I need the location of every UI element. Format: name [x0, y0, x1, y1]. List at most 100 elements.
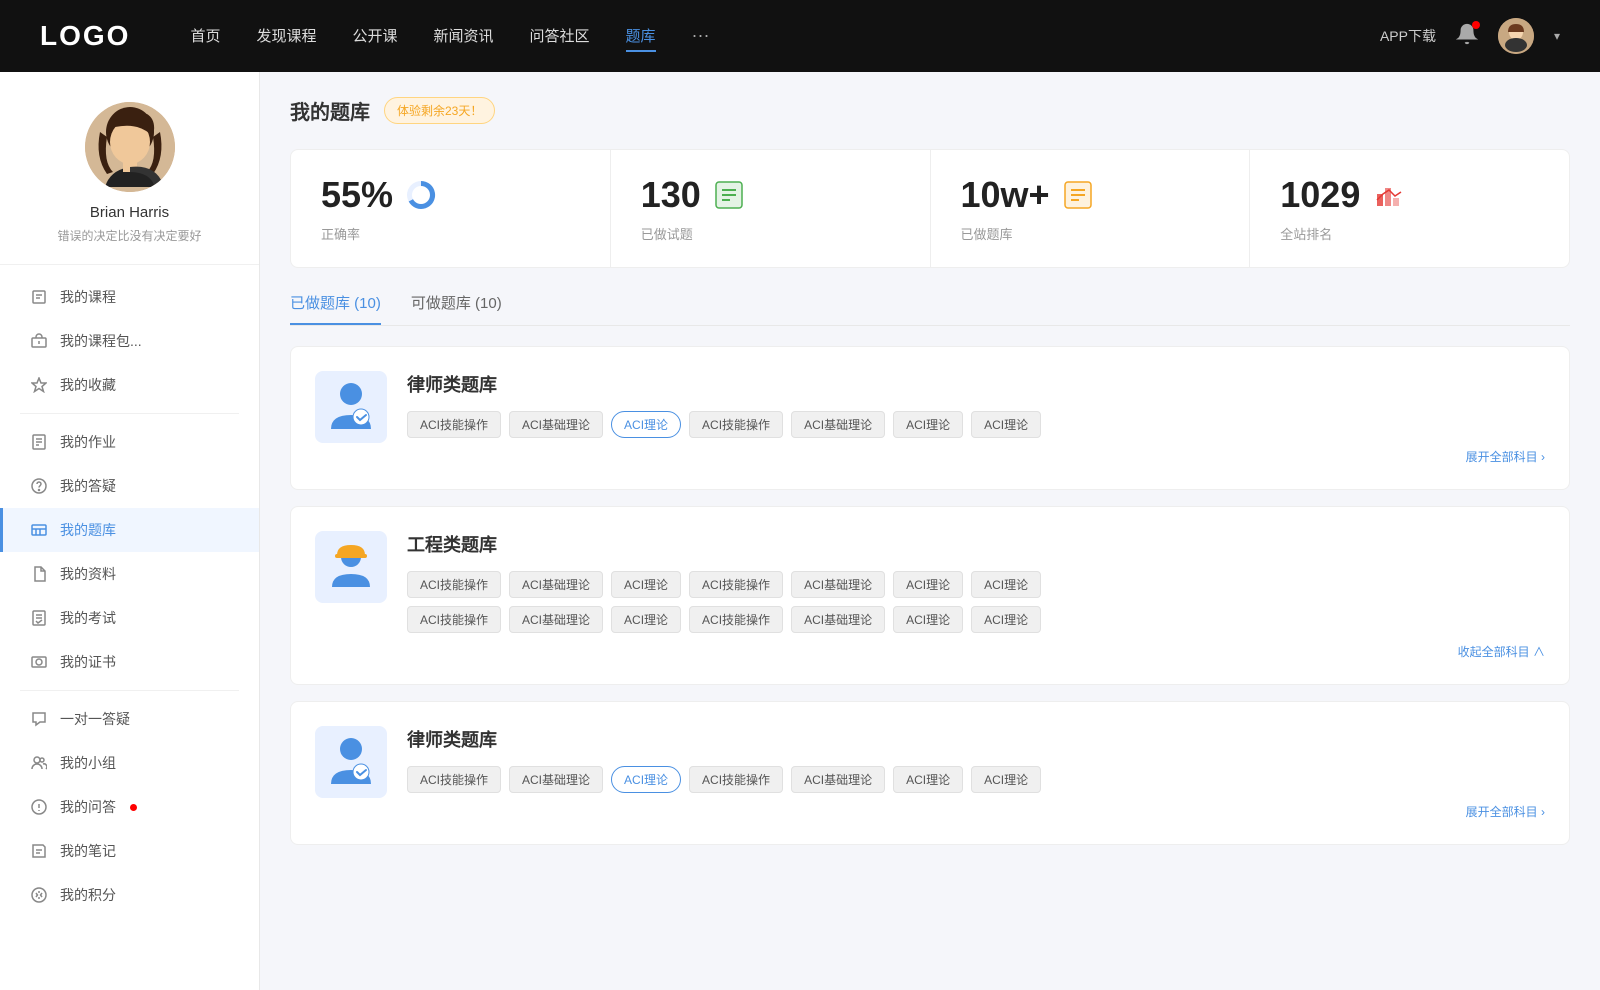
expand-link-3[interactable]: 展开全部科目 ›: [407, 803, 1545, 820]
sidebar-item-one-on-one[interactable]: 一对一答疑: [0, 697, 259, 741]
qbank-card-engineer: 工程类题库 ACI技能操作 ACI基础理论 ACI理论 ACI技能操作 ACI基…: [290, 506, 1570, 685]
sidebar-label-points: 我的积分: [60, 885, 116, 905]
nav-open-course[interactable]: 公开课: [352, 21, 397, 52]
stat-value-correct: 55%: [321, 174, 393, 216]
tag-2b-4[interactable]: ACI基础理论: [791, 606, 885, 633]
notification-bell[interactable]: [1456, 23, 1478, 50]
user-menu-chevron[interactable]: ▾: [1554, 29, 1560, 43]
bank-icon: [30, 521, 48, 539]
stat-top-3: 10w+: [961, 174, 1220, 216]
sidebar-item-package[interactable]: 我的课程包...: [0, 319, 259, 363]
tag-2b-0[interactable]: ACI技能操作: [407, 606, 501, 633]
tag-1-3[interactable]: ACI技能操作: [689, 411, 783, 438]
star-icon: [30, 376, 48, 394]
sidebar-menu: 我的课程 我的课程包... 我的收藏: [0, 265, 259, 927]
tag-3-2[interactable]: ACI理论: [611, 766, 681, 793]
qbank-icon-lawyer-1: [315, 371, 387, 443]
qbank-body-2: 工程类题库 ACI技能操作 ACI基础理论 ACI理论 ACI技能操作 ACI基…: [407, 531, 1545, 660]
app-download-button[interactable]: APP下载: [1380, 26, 1436, 46]
tag-2a-6[interactable]: ACI理论: [971, 571, 1041, 598]
sidebar-item-qa[interactable]: 我的答疑: [0, 464, 259, 508]
pie-chart-icon: [405, 179, 437, 211]
profile-section: Brian Harris 错误的决定比没有决定要好: [0, 72, 259, 265]
sidebar: Brian Harris 错误的决定比没有决定要好 我的课程 我的课程包...: [0, 72, 260, 990]
nav-bank[interactable]: 题库: [626, 21, 656, 52]
sidebar-item-question[interactable]: 我的问答: [0, 785, 259, 829]
content-header: 我的题库 体验剩余23天！: [290, 96, 1570, 125]
package-icon: [30, 332, 48, 350]
tab-available[interactable]: 可做题库 (10): [411, 292, 502, 325]
sidebar-item-favorites[interactable]: 我的收藏: [0, 363, 259, 407]
nav-home[interactable]: 首页: [190, 21, 220, 52]
tag-3-1[interactable]: ACI基础理论: [509, 766, 603, 793]
nav-discover[interactable]: 发现课程: [256, 21, 316, 52]
question-red-dot: [130, 804, 137, 811]
tag-3-4[interactable]: ACI基础理论: [791, 766, 885, 793]
chat-icon: [30, 710, 48, 728]
tag-2a-2[interactable]: ACI理论: [611, 571, 681, 598]
tag-2b-2[interactable]: ACI理论: [611, 606, 681, 633]
tag-1-1[interactable]: ACI基础理论: [509, 411, 603, 438]
tag-2a-5[interactable]: ACI理论: [893, 571, 963, 598]
tag-2a-4[interactable]: ACI基础理论: [791, 571, 885, 598]
tag-2b-1[interactable]: ACI基础理论: [509, 606, 603, 633]
tag-2b-5[interactable]: ACI理论: [893, 606, 963, 633]
tag-1-4[interactable]: ACI基础理论: [791, 411, 885, 438]
profile-avatar: [85, 102, 175, 192]
sidebar-item-course[interactable]: 我的课程: [0, 275, 259, 319]
stat-value-questions: 130: [641, 174, 701, 216]
sidebar-label-course: 我的课程: [60, 287, 116, 307]
sidebar-item-exam[interactable]: 我的考试: [0, 596, 259, 640]
sidebar-item-points[interactable]: 我的积分: [0, 873, 259, 917]
tags-row-2a: ACI技能操作 ACI基础理论 ACI理论 ACI技能操作 ACI基础理论 AC…: [407, 571, 1545, 598]
tag-3-6[interactable]: ACI理论: [971, 766, 1041, 793]
sidebar-label-material: 我的资料: [60, 564, 116, 584]
group-icon: [30, 754, 48, 772]
divider-2: [20, 690, 239, 691]
tag-1-5[interactable]: ACI理论: [893, 411, 963, 438]
sidebar-item-bank[interactable]: 我的题库: [0, 508, 259, 552]
logo: LOGO: [40, 20, 130, 52]
sidebar-item-homework[interactable]: 我的作业: [0, 420, 259, 464]
expand-link-1[interactable]: 展开全部科目 ›: [407, 448, 1545, 465]
qbank-title-3: 律师类题库: [407, 726, 1545, 752]
tag-1-2[interactable]: ACI理论: [611, 411, 681, 438]
tag-3-5[interactable]: ACI理论: [893, 766, 963, 793]
tabs: 已做题库 (10) 可做题库 (10): [290, 292, 1570, 326]
notification-dot: [1472, 21, 1480, 29]
avatar[interactable]: [1498, 18, 1534, 54]
file-icon: [30, 565, 48, 583]
tab-done[interactable]: 已做题库 (10): [290, 292, 381, 325]
tag-2a-3[interactable]: ACI技能操作: [689, 571, 783, 598]
nav-news[interactable]: 新闻资讯: [434, 21, 494, 52]
tag-2a-0[interactable]: ACI技能操作: [407, 571, 501, 598]
tag-1-6[interactable]: ACI理论: [971, 411, 1041, 438]
collapse-link-2[interactable]: 收起全部科目 ∧: [407, 643, 1545, 660]
nav-qa[interactable]: 问答社区: [530, 21, 590, 52]
tag-1-0[interactable]: ACI技能操作: [407, 411, 501, 438]
nav-links: 首页 发现课程 公开课 新闻资讯 问答社区 题库 ···: [190, 21, 1380, 52]
sidebar-item-cert[interactable]: 我的证书: [0, 640, 259, 684]
sidebar-item-group[interactable]: 我的小组: [0, 741, 259, 785]
topnav-right: APP下载 ▾: [1380, 18, 1560, 54]
tag-2b-3[interactable]: ACI技能操作: [689, 606, 783, 633]
main-content: 我的题库 体验剩余23天！ 55% 正确: [260, 72, 1600, 990]
nav-more[interactable]: ···: [692, 21, 710, 52]
divider-1: [20, 413, 239, 414]
qbank-body-1: 律师类题库 ACI技能操作 ACI基础理论 ACI理论 ACI技能操作 ACI基…: [407, 371, 1545, 465]
sidebar-item-notes[interactable]: 我的笔记: [0, 829, 259, 873]
tag-2b-6[interactable]: ACI理论: [971, 606, 1041, 633]
sidebar-label-qa: 我的答疑: [60, 476, 116, 496]
sidebar-label-group: 我的小组: [60, 753, 116, 773]
qbank-icon-lawyer-2: [315, 726, 387, 798]
tag-3-0[interactable]: ACI技能操作: [407, 766, 501, 793]
tag-2a-1[interactable]: ACI基础理论: [509, 571, 603, 598]
exam-icon: [30, 609, 48, 627]
qbank-title-2: 工程类题库: [407, 531, 1545, 557]
qbank-title-1: 律师类题库: [407, 371, 1545, 397]
stat-label-questions: 已做试题: [641, 224, 900, 243]
tag-3-3[interactable]: ACI技能操作: [689, 766, 783, 793]
qbank-card-lawyer-1: 律师类题库 ACI技能操作 ACI基础理论 ACI理论 ACI技能操作 ACI基…: [290, 346, 1570, 490]
sidebar-item-material[interactable]: 我的资料: [0, 552, 259, 596]
sidebar-label-question: 我的问答: [60, 797, 116, 817]
